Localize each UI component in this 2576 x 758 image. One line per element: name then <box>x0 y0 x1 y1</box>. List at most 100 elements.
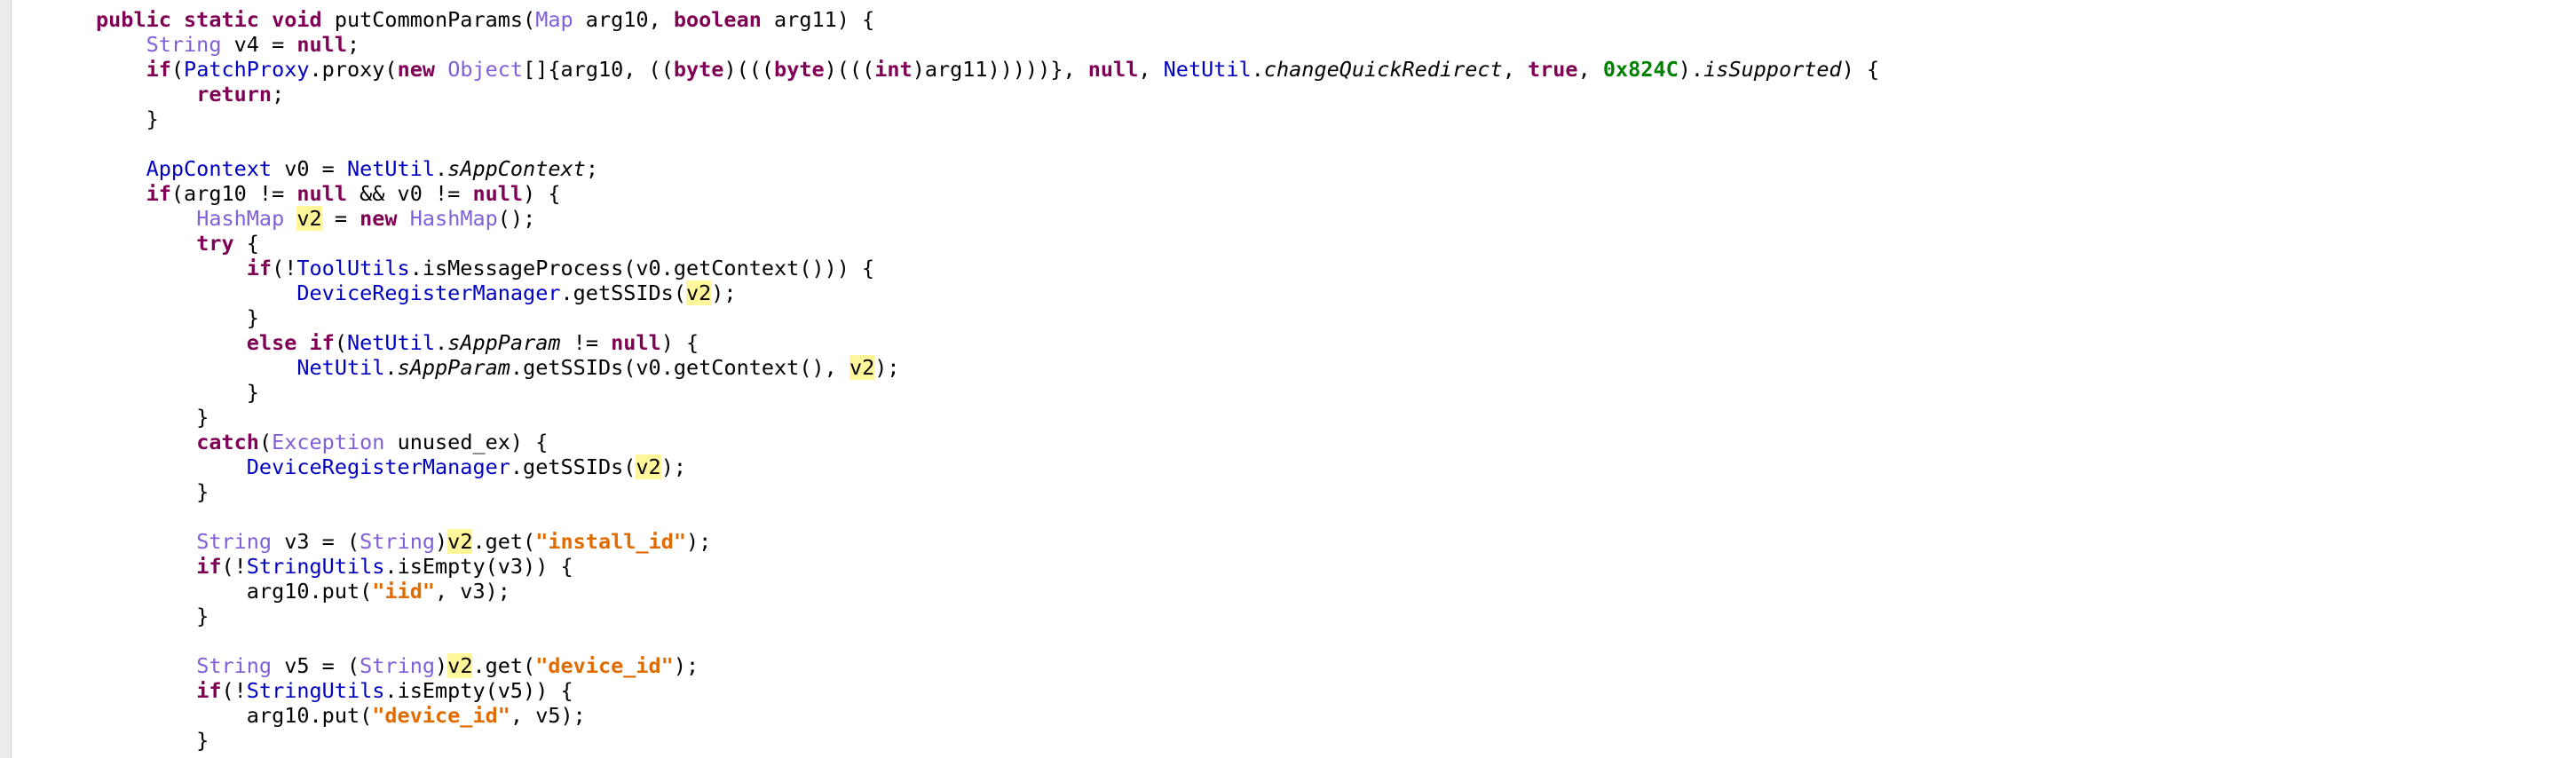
code-token: []{arg10, (( <box>523 57 674 82</box>
code-line[interactable]: AppContext v0 = NetUtil.sAppContext; <box>96 156 1879 181</box>
highlighted-variable: v2 <box>849 355 875 380</box>
code-line[interactable]: String v4 = null; <box>96 32 1879 57</box>
keyword-token: int <box>874 57 913 82</box>
keyword-token: new <box>397 57 436 82</box>
editor-gutter <box>0 0 12 758</box>
code-token: ) { <box>523 181 561 206</box>
type-token: String <box>146 32 222 57</box>
code-token: { <box>233 231 259 256</box>
code-token: , <box>1138 57 1164 82</box>
code-token: , v5); <box>510 703 586 728</box>
code-token: v0 = <box>272 156 347 181</box>
keyword-token: if <box>146 181 171 206</box>
code-token: ); <box>874 355 900 380</box>
code-token: ; <box>272 82 285 107</box>
code-line[interactable]: DeviceRegisterManager.getSSIDs(v2); <box>96 280 1879 305</box>
code-line[interactable]: } <box>96 728 1879 753</box>
field-token: sAppParam <box>397 355 510 380</box>
code-token: ); <box>673 653 699 678</box>
code-line[interactable]: } <box>96 380 1879 405</box>
code-token: .get( <box>472 529 536 554</box>
code-line[interactable]: public static void putCommonParams(Map a… <box>96 7 1879 32</box>
code-line[interactable]: if(!ToolUtils.isMessageProcess(v0.getCon… <box>96 256 1879 280</box>
highlighted-variable: v2 <box>636 454 661 479</box>
class-token: DeviceRegisterManager <box>296 280 561 305</box>
code-token: .getSSIDs(v0.getContext(), <box>510 355 849 380</box>
field-token: changeQuickRedirect <box>1263 57 1503 82</box>
code-line[interactable]: HashMap v2 = new HashMap(); <box>96 206 1879 231</box>
code-line[interactable]: if(!StringUtils.isEmpty(v3)) { <box>96 554 1879 579</box>
type-token: HashMap <box>409 206 498 231</box>
string-literal: "install_id" <box>535 529 686 554</box>
code-view[interactable]: public static void putCommonParams(Map a… <box>96 7 1879 753</box>
code-token: )arg11)))))}, <box>912 57 1088 82</box>
code-token: ( <box>258 430 273 454</box>
type-token: Map <box>535 7 573 32</box>
code-token: ) { <box>1841 57 1880 82</box>
class-token: NetUtil <box>1163 57 1252 82</box>
code-token: } <box>96 305 259 330</box>
code-line[interactable]: try { <box>96 231 1879 256</box>
code-line[interactable]: } <box>96 604 1879 628</box>
code-token: )((( <box>723 57 775 82</box>
class-token: NetUtil <box>296 355 385 380</box>
keyword-token: if <box>196 554 222 579</box>
code-editor[interactable]: public static void putCommonParams(Map a… <box>0 0 2576 758</box>
field-token: sAppContext <box>447 156 586 181</box>
code-line[interactable]: arg10.put("device_id", v5); <box>96 703 1879 728</box>
code-token: , <box>1502 57 1528 82</box>
code-line[interactable]: } <box>96 405 1879 430</box>
code-token: ; <box>346 32 360 57</box>
code-line[interactable]: } <box>96 305 1879 330</box>
code-line[interactable] <box>96 628 1879 653</box>
code-line[interactable]: } <box>96 107 1879 131</box>
keyword-token: return <box>196 82 273 107</box>
code-line[interactable]: if(PatchProxy.proxy(new Object[]{arg10, … <box>96 57 1880 82</box>
code-line[interactable]: return; <box>96 82 1879 107</box>
code-token: != <box>560 330 612 355</box>
code-token: ) <box>435 529 448 554</box>
code-line[interactable] <box>96 504 1879 529</box>
code-token: , <box>1577 57 1603 82</box>
keyword-token: new <box>360 206 398 231</box>
code-token: .isEmpty(v3)) { <box>384 554 573 579</box>
code-line[interactable]: arg10.put("iid", v3); <box>96 579 1879 604</box>
keyword-token: null <box>1087 57 1139 82</box>
code-line[interactable]: NetUtil.sAppParam.getSSIDs(v0.getContext… <box>96 355 1879 380</box>
highlighted-variable: v2 <box>447 653 473 678</box>
code-line[interactable]: else if(NetUtil.sAppParam != null) { <box>96 330 1879 355</box>
code-token: ). <box>1678 57 1704 82</box>
code-token: v5 = ( <box>272 653 360 678</box>
type-token: Exception <box>272 430 385 454</box>
class-token: ToolUtils <box>296 256 410 280</box>
code-token: } <box>96 405 209 430</box>
keyword-token: null <box>472 181 524 206</box>
code-line[interactable]: if(arg10 != null && v0 != null) { <box>96 181 1879 206</box>
string-literal: "device_id" <box>372 703 510 728</box>
code-line[interactable]: } <box>96 479 1879 504</box>
code-line[interactable]: catch(Exception unused_ex) { <box>96 430 1879 454</box>
code-token: arg10, <box>573 7 674 32</box>
keyword-token: if <box>246 256 273 280</box>
code-line[interactable]: if(!StringUtils.isEmpty(v5)) { <box>96 678 1879 703</box>
code-token: ); <box>711 280 737 305</box>
keyword-token: if <box>146 57 171 82</box>
class-token: PatchProxy <box>184 57 310 82</box>
code-line[interactable]: String v5 = (String)v2.get("device_id"); <box>96 653 1879 678</box>
code-token: .isMessageProcess(v0.getContext())) { <box>409 256 875 280</box>
code-line[interactable] <box>96 131 1879 156</box>
keyword-token: null <box>296 181 347 206</box>
code-token: )((( <box>824 57 875 82</box>
class-token: NetUtil <box>346 330 436 355</box>
code-line[interactable]: DeviceRegisterManager.getSSIDs(v2); <box>96 454 1879 479</box>
code-line[interactable]: String v3 = (String)v2.get("install_id")… <box>96 529 1879 554</box>
